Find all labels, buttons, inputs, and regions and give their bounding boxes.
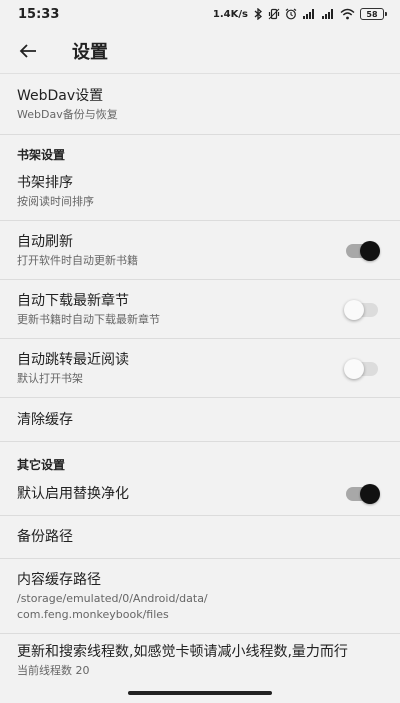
gesture-nav-handle[interactable]: [128, 691, 272, 695]
vibrate-icon: [268, 8, 280, 20]
section-other: 其它设置: [17, 458, 66, 472]
status-icons: 1.4K/s 58: [212, 8, 387, 20]
app-bar: 设置: [0, 28, 400, 74]
setting-threads-subtitle: 当前线程数 20: [17, 664, 90, 677]
setting-backup-path-title: 备份路径: [17, 529, 73, 545]
setting-auto-download[interactable]: 自动下载最新章节 更新书籍时自动下载最新章节: [0, 280, 400, 339]
setting-backup-path[interactable]: 备份路径: [0, 516, 400, 559]
battery-icon: 58: [360, 8, 387, 20]
setting-clear-cache-title: 清除缓存: [17, 411, 73, 428]
setting-cache-path[interactable]: 内容缓存路径 /storage/emulated/0/Android/data/…: [0, 559, 400, 634]
setting-auto-jump-title: 自动跳转最近阅读: [17, 351, 129, 368]
setting-sort-title: 书架排序: [17, 175, 73, 191]
setting-auto-refresh[interactable]: 自动刷新 打开软件时自动更新书籍: [0, 221, 400, 280]
setting-auto-download-subtitle: 更新书籍时自动下载最新章节: [17, 312, 160, 326]
status-time: 15:33: [18, 6, 60, 22]
setting-threads[interactable]: 更新和搜索线程数,如感觉卡顿请减小线程数,量力而行 当前线程数 20: [0, 634, 400, 688]
setting-cache-path-line1: /storage/emulated/0/Android/data/: [17, 591, 208, 605]
setting-auto-jump[interactable]: 自动跳转最近阅读 默认打开书架: [0, 339, 400, 398]
network-speed: 1.4K/s: [212, 8, 248, 20]
setting-auto-refresh-title: 自动刷新: [17, 233, 73, 250]
setting-auto-download-title: 自动下载最新章节: [17, 292, 129, 309]
setting-replace-purify-title: 默认启用替换净化: [17, 485, 129, 502]
setting-cache-path-title: 内容缓存路径: [17, 571, 101, 588]
section-bookshelf: 书架设置: [17, 148, 66, 162]
setting-threads-title: 更新和搜索线程数,如感觉卡顿请减小线程数,量力而行: [17, 644, 348, 660]
setting-webdav-title: WebDav设置: [17, 88, 104, 104]
page-title: 设置: [72, 41, 108, 63]
signal-icon-1: [302, 8, 316, 20]
setting-cache-path-line2: com.feng.monkeybook/files: [17, 607, 169, 621]
auto-jump-toggle[interactable]: [344, 358, 378, 379]
setting-sort-subtitle: 按阅读时间排序: [17, 195, 94, 208]
setting-replace-purify[interactable]: 默认启用替换净化: [0, 472, 400, 516]
arrow-back-icon: [19, 43, 37, 59]
setting-auto-refresh-subtitle: 打开软件时自动更新书籍: [17, 253, 138, 267]
battery-level: 58: [366, 9, 378, 19]
bluetooth-icon: [253, 8, 263, 20]
status-bar: 15:33 1.4K/s 58: [0, 0, 400, 28]
setting-auto-jump-subtitle: 默认打开书架: [17, 371, 83, 385]
back-button[interactable]: [8, 31, 48, 71]
signal-icon-2: [321, 8, 335, 20]
alarm-icon: [285, 8, 297, 20]
setting-webdav[interactable]: WebDav设置 WebDav备份与恢复: [0, 75, 400, 135]
auto-download-toggle[interactable]: [344, 299, 378, 320]
setting-webdav-subtitle: WebDav备份与恢复: [17, 108, 118, 121]
wifi-icon: [340, 8, 355, 20]
auto-refresh-toggle[interactable]: [346, 240, 380, 261]
setting-bookshelf-sort[interactable]: 书架排序 按阅读时间排序: [0, 163, 400, 221]
setting-clear-cache[interactable]: 清除缓存: [0, 398, 400, 442]
replace-purify-toggle[interactable]: [346, 484, 380, 504]
